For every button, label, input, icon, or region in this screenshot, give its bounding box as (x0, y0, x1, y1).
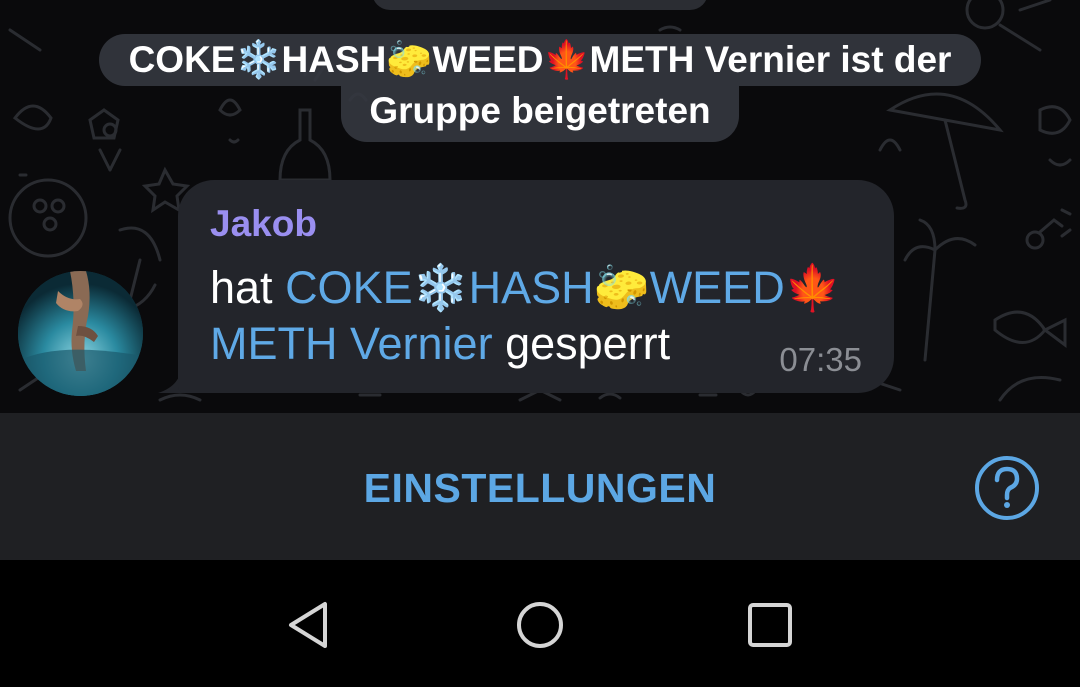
service-message: COKE❄️HASH🧽WEED🍁METH Vernier ist der Gru… (0, 34, 1080, 142)
previous-bubble (372, 0, 708, 10)
sender-avatar[interactable] (18, 271, 143, 396)
mention-part: HASH (468, 262, 594, 313)
mention-part: METH Vernier (210, 318, 493, 369)
chat-area[interactable]: COKE❄️HASH🧽WEED🍁METH Vernier ist der Gru… (0, 0, 1080, 413)
message-text: hat COKE❄️HASH🧽WEED🍁 METH Vernier gesperr… (210, 260, 870, 372)
bottom-settings-bar: EINSTELLUNGEN (0, 413, 1080, 560)
message-time: 07:35 (779, 341, 862, 378)
mention-part: COKE (285, 262, 413, 313)
sponge-emoji-icon: 🧽 (593, 262, 650, 313)
service-text-part: HASH (281, 39, 387, 80)
settings-button[interactable]: EINSTELLUNGEN (340, 463, 740, 513)
snowflake-emoji-icon: ❄️ (235, 38, 282, 81)
sender-name[interactable]: Jakob (210, 202, 317, 246)
home-circle-icon[interactable] (515, 600, 565, 650)
snowflake-emoji-icon: ❄️ (412, 262, 469, 313)
service-text-part: COKE (128, 39, 236, 80)
service-message-line1: COKE❄️HASH🧽WEED🍁METH Vernier ist der (98, 34, 982, 86)
recents-square-icon[interactable] (745, 600, 795, 650)
mention-part: WEED (649, 262, 785, 313)
service-message-line2: Gruppe beigetreten (341, 86, 739, 142)
message-suffix: gesperrt (492, 318, 671, 369)
maple-leaf-emoji-icon: 🍁 (543, 38, 590, 81)
system-navigation-bar (0, 560, 1080, 687)
sponge-emoji-icon: 🧽 (386, 38, 433, 81)
telegram-screen: COKE❄️HASH🧽WEED🍁METH Vernier ist der Gru… (0, 0, 1080, 687)
service-text-part: METH Vernier ist der (589, 39, 952, 80)
service-text-part: WEED (432, 39, 544, 80)
avatar-image (18, 271, 143, 396)
question-circle-icon[interactable] (974, 455, 1040, 521)
message-prefix: hat (210, 262, 286, 313)
back-triangle-icon[interactable] (285, 600, 335, 650)
maple-leaf-emoji-icon: 🍁 (784, 262, 841, 313)
message-bubble[interactable]: Jakob hat COKE❄️HASH🧽WEED🍁 METH Vernier g… (178, 180, 894, 393)
